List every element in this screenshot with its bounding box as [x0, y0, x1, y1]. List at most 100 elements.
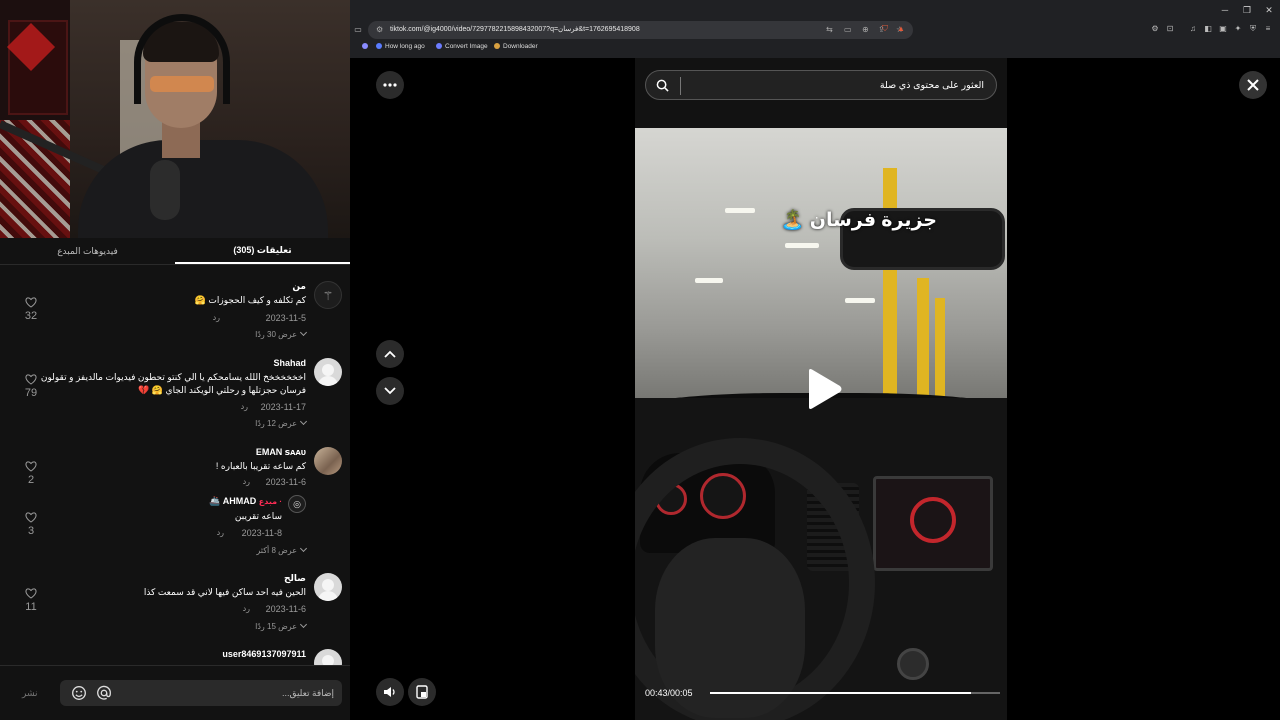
like-count: 3: [27, 525, 35, 537]
chevron-up-icon: [384, 350, 396, 358]
avatar[interactable]: [314, 447, 342, 475]
reply-button[interactable]: رد: [241, 402, 248, 411]
chevron-down-icon: [299, 328, 308, 337]
ai-icon[interactable]: ✦: [1233, 24, 1243, 34]
mention-icon[interactable]: [95, 684, 113, 702]
bookmark-icon[interactable]: ▭: [353, 25, 363, 35]
minimize-icon[interactable]: ─: [1214, 0, 1236, 20]
reply-button[interactable]: رد: [243, 604, 250, 613]
progress-fill: [710, 692, 971, 694]
next-video-button[interactable]: [376, 377, 404, 405]
rewards-icon[interactable]: ▲: [896, 24, 906, 34]
music-icon[interactable]: ♫: [1188, 24, 1198, 34]
comment-author[interactable]: Shahad: [273, 358, 306, 368]
comment-date: 2023-11-8: [241, 528, 282, 538]
comment-text: الحين فيه احد ساكن فيها لاني قد سمعت كذا: [143, 587, 306, 597]
reply-button[interactable]: رد: [217, 528, 224, 537]
comment-date: 2023-11-6: [265, 604, 306, 614]
comment-text: كم ساعه تقريبا بالعباره !: [215, 461, 306, 471]
heart-icon: [25, 461, 37, 472]
heart-icon: [25, 512, 37, 523]
brave-shield-icon[interactable]: ⛉: [880, 24, 890, 34]
view-more-button[interactable]: عرض 8 أكثر: [256, 544, 308, 555]
like-count: 2: [27, 474, 35, 486]
close-icon: [1247, 79, 1259, 91]
url-text[interactable]: tiktok.com/@ig4000/video/729778221589843…: [390, 25, 640, 33]
heart-icon: [25, 297, 37, 308]
bookmark-item[interactable]: Convert Image: [436, 43, 488, 50]
comment-author[interactable]: user8469137097911: [222, 649, 306, 659]
tab-creator-videos[interactable]: فيديوهات المبدع: [0, 238, 175, 264]
video-player[interactable]: العثور على محتوى ذي صلة جزيرة فرسان 🏝️ 0…: [635, 58, 1007, 720]
progress-bar[interactable]: [710, 692, 1000, 694]
reply-button[interactable]: رد: [213, 313, 220, 322]
zoom-icon[interactable]: ⊕: [862, 25, 869, 34]
avatar[interactable]: ◎: [288, 495, 306, 513]
avatar[interactable]: [314, 573, 342, 601]
view-replies-button[interactable]: عرض 15 ردًا: [255, 620, 308, 631]
cast-icon[interactable]: ▭: [844, 25, 852, 34]
extension-icon[interactable]: ⚙: [1150, 24, 1160, 34]
search-bar[interactable]: العثور على محتوى ذي صلة: [645, 70, 997, 100]
like-count: 11: [25, 601, 37, 613]
comments-list: ⚚ من كم تكلفه و كيف الحجوزات 🤗 2023-11-5…: [0, 265, 350, 665]
webcam-feed: [0, 0, 350, 238]
close-window-icon[interactable]: ✕: [1258, 0, 1280, 20]
like-button[interactable]: 3: [20, 512, 42, 537]
reply-button[interactable]: رد: [243, 477, 250, 486]
volume-button[interactable]: [376, 678, 404, 706]
address-bar[interactable]: ⚙ tiktok.com/@ig4000/video/7297782215898…: [368, 21, 913, 39]
menu-icon[interactable]: ≡: [1263, 24, 1273, 34]
post-button[interactable]: نشر: [22, 688, 38, 699]
speaker-icon: [384, 687, 395, 697]
comment-date: 2023-11-6: [265, 477, 306, 487]
view-replies-button[interactable]: عرض 30 ردًا: [255, 328, 308, 339]
screenshot-icon[interactable]: ⊡: [1165, 24, 1175, 34]
comment-author[interactable]: EMAN ꜱᴀᴀᴜ: [256, 447, 306, 458]
bookmark-item[interactable]: Downloader: [494, 43, 538, 50]
avatar[interactable]: [314, 358, 342, 386]
comment-text: اخخخخخخخ اللله يسامحكم يا الي كنتو تحطون…: [40, 372, 306, 395]
view-replies-button[interactable]: عرض 12 ردًا: [255, 417, 308, 428]
chevron-down-icon: [299, 620, 308, 629]
comment-input-bar: نشر: [0, 665, 350, 720]
search-icon[interactable]: [656, 79, 669, 92]
translate-icon[interactable]: ⇆: [826, 25, 833, 34]
emoji-icon[interactable]: [70, 684, 88, 702]
comments-panel: (305) تعليقات فيديوهات المبدع ⚚ من كم تك…: [0, 0, 350, 720]
comment-author[interactable]: من: [292, 281, 306, 292]
like-button[interactable]: 32: [20, 297, 42, 322]
restore-icon[interactable]: ❐: [1236, 0, 1258, 20]
comment-text: ساعه تقريبن: [234, 511, 282, 521]
like-button[interactable]: 2: [20, 461, 42, 486]
play-icon[interactable]: [805, 368, 843, 410]
comment-author[interactable]: صالح: [284, 573, 306, 584]
comments-tabs: (305) تعليقات فيديوهات المبدع: [0, 238, 350, 264]
heart-icon: [25, 374, 37, 385]
like-button[interactable]: 79: [20, 374, 42, 399]
time-readout: 00:43/00:05: [645, 688, 693, 698]
picture-in-picture-button[interactable]: [408, 678, 436, 706]
bookmark-item[interactable]: How long ago: [376, 43, 425, 50]
floating-player-icon: [416, 685, 428, 699]
chevron-down-icon: [299, 417, 308, 426]
bookmark-folder[interactable]: [362, 43, 371, 50]
like-count: 79: [24, 387, 38, 399]
avatar[interactable]: ⚚: [314, 281, 342, 309]
bookmark-icon: [376, 43, 382, 50]
comment-author[interactable]: · مبدع AHMAD 🚢: [209, 496, 282, 507]
site-info-icon[interactable]: ⚙: [376, 25, 383, 34]
previous-video-button[interactable]: [376, 340, 404, 368]
more-options-button[interactable]: [376, 71, 404, 99]
search-query[interactable]: العثور على محتوى ذي صلة: [880, 80, 984, 91]
close-viewer-button[interactable]: [1239, 71, 1267, 99]
tab-comments[interactable]: (305) تعليقات: [175, 238, 350, 264]
tabs-icon[interactable]: ▣: [1218, 24, 1228, 34]
vpn-icon[interactable]: ⛨: [1248, 24, 1258, 34]
sidebar-icon[interactable]: ◧: [1203, 24, 1213, 34]
like-count: 32: [24, 310, 38, 322]
avatar[interactable]: [314, 649, 342, 665]
ellipsis-icon: [383, 83, 397, 87]
like-button[interactable]: 11: [20, 588, 42, 613]
comment-text: كم تكلفه و كيف الحجوزات 🤗: [194, 295, 306, 305]
